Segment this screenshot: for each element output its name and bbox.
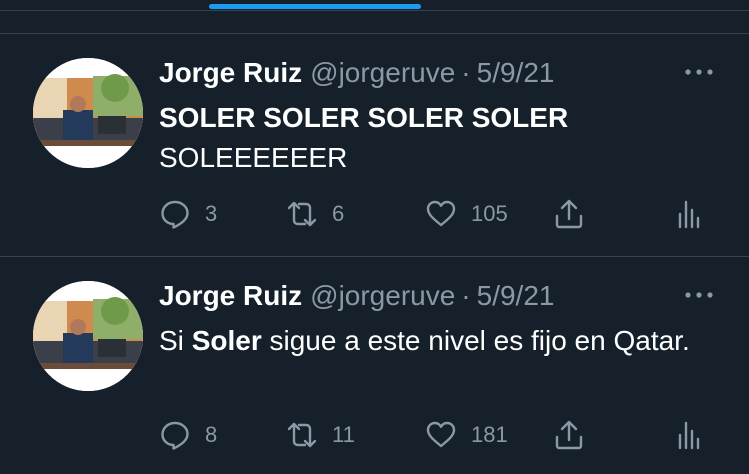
tweet-header: Jorge Ruiz @jorgeruve · 5/9/21 (159, 279, 554, 313)
avatar[interactable] (33, 58, 143, 168)
retweet-icon (287, 422, 317, 448)
author-handle[interactable]: @jorgeruve (310, 57, 455, 88)
tweet-text-line: SOLEEEEEER (159, 142, 348, 173)
tweet-date[interactable]: 5/9/21 (477, 280, 555, 311)
tweet[interactable]: Jorge Ruiz @jorgeruve · 5/9/21 SOLER SOLER … (0, 33, 749, 256)
tweet-actions: 8 11 181 (159, 419, 719, 451)
reply-count: 8 (205, 422, 218, 447)
analytics-icon (678, 421, 700, 450)
tweet-date[interactable]: 5/9/21 (477, 57, 555, 88)
tweet-text-bold: Soler (191, 325, 262, 356)
like-button[interactable]: 105 (425, 198, 508, 230)
timeline: Jorge Ruiz @jorgeruve · 5/9/21 SOLER SOLER … (0, 33, 749, 474)
tweet-text: SOLER SOLER SOLER SOLER SOLEEEEEER (159, 98, 699, 178)
more-icon[interactable] (684, 62, 714, 82)
reply-icon (161, 421, 189, 450)
share-button[interactable] (553, 198, 585, 230)
like-count: 105 (471, 201, 508, 226)
like-button[interactable]: 181 (425, 419, 508, 451)
separator-dot: · (461, 280, 471, 311)
reply-button[interactable]: 3 (159, 198, 217, 230)
like-count: 181 (471, 422, 508, 447)
analytics-button[interactable] (676, 198, 700, 230)
analytics-button[interactable] (676, 419, 700, 451)
retweet-count: 11 (332, 422, 355, 447)
tweet-text-line: SOLER SOLER SOLER SOLER (159, 102, 569, 133)
tweet-text: Si Soler sigue a este nivel es fijo en Q… (159, 321, 699, 361)
retweet-count: 6 (332, 201, 345, 226)
analytics-icon (678, 200, 700, 229)
tweet-text-prefix: Si (159, 325, 192, 356)
retweet-button[interactable]: 6 (286, 198, 344, 230)
reply-button[interactable]: 8 (159, 419, 217, 451)
reply-icon (161, 200, 189, 229)
like-icon (426, 200, 456, 227)
retweet-button[interactable]: 11 (286, 419, 355, 451)
tweet-header: Jorge Ruiz @jorgeruve · 5/9/21 (159, 56, 554, 90)
share-icon (555, 420, 583, 450)
share-icon (555, 199, 583, 229)
retweet-icon (287, 201, 317, 227)
separator-dot: · (461, 57, 471, 88)
tweet[interactable]: Jorge Ruiz @jorgeruve · 5/9/21 Si Soler sig… (0, 256, 749, 474)
tweet-text-suffix: sigue a este nivel es fijo en Qatar. (261, 325, 690, 356)
active-tab-indicator (209, 4, 421, 9)
author-name[interactable]: Jorge Ruiz (159, 280, 302, 311)
author-name[interactable]: Jorge Ruiz (159, 57, 302, 88)
author-handle[interactable]: @jorgeruve (310, 280, 455, 311)
avatar[interactable] (33, 281, 143, 391)
top-tab-bar (0, 0, 749, 11)
more-icon[interactable] (684, 285, 714, 305)
tweet-actions: 3 6 105 (159, 198, 719, 230)
share-button[interactable] (553, 419, 585, 451)
like-icon (426, 421, 456, 448)
reply-count: 3 (205, 201, 218, 226)
